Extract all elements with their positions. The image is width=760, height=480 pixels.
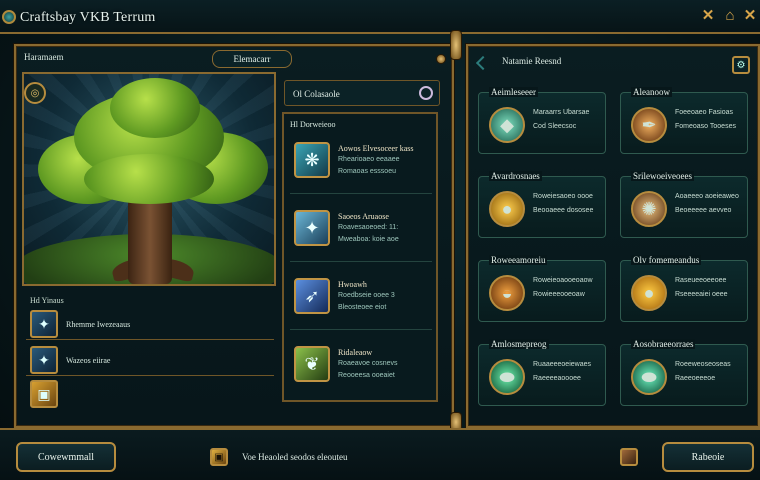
card[interactable]: Aosobraeeorraes ⬬ Roeeweoseoseas Raeeoee… — [620, 339, 748, 406]
card-title: Srilewoeiveoees — [631, 171, 694, 181]
crystal-icon: ✦ — [30, 346, 58, 374]
card-title: Roweeamoreiu — [489, 255, 548, 265]
emerald-icon: ⬬ — [489, 359, 525, 395]
item-line: Roaeavoe cosnevs — [338, 360, 398, 367]
feather-icon: ❋ — [294, 142, 330, 178]
bag-icon[interactable] — [620, 448, 638, 466]
card-line: Raeeoeeeoe — [675, 375, 716, 382]
item-list-panel: Hl Dorweieoo ❋ Aowos Elvesoceer kass Rhe… — [282, 112, 438, 402]
card-line: Maraarrs Ubarsae — [533, 109, 590, 116]
quill-icon: ✒ — [631, 107, 667, 143]
tab-elemacarr[interactable]: Elemacarr — [212, 50, 292, 68]
crystal-icon: ✦ — [294, 210, 330, 246]
card[interactable]: Aeimleseeer ◆ Maraarrs Ubarsae Cod Sleec… — [478, 87, 606, 154]
section-label: Hd Yinaus — [30, 296, 64, 305]
bottom-bar: Cowewmmall ▣ Voe Heaoled seodos eleouteu… — [0, 428, 760, 480]
search-label: Ol Colasaole — [293, 89, 340, 99]
card[interactable]: Aleanoow ✒ Foeeoaeo Fasioas Fomeoaso Too… — [620, 87, 748, 154]
card-line: Fomeoaso Tooeses — [675, 123, 736, 130]
community-button[interactable]: Cowewmmall — [16, 442, 116, 472]
item-title: Aowos Elvesoceer kass — [338, 144, 414, 153]
rivet — [450, 30, 462, 60]
card-title: Olv fomemeandus — [631, 255, 702, 265]
medallion-icon: ◎ — [24, 82, 46, 104]
list-item[interactable]: ➶ Hwoawh Roedbseie ooee 3 Bleosteoee eio… — [290, 270, 432, 330]
refresh-icon[interactable] — [419, 86, 433, 100]
app-emblem-icon — [2, 10, 16, 24]
home-icon[interactable]: ⌂ — [722, 8, 738, 24]
card-title: Avardrosnaes — [489, 171, 542, 181]
item-line: Rhearioaeo eeaaee — [338, 156, 400, 163]
item-line: Roavesaoeoed: 11: — [338, 224, 399, 231]
card-line: Raeeeeaoooee — [533, 375, 581, 382]
right-panel-header: Natamie Reesnd — [502, 56, 562, 66]
gold-frame-icon: ▣ — [30, 380, 58, 408]
settings-icon[interactable]: ⚙ — [732, 56, 750, 74]
wing-icon: ➶ — [294, 278, 330, 314]
item-line: Roedbseie ooee 3 — [338, 292, 395, 299]
leaf-icon: ❦ — [294, 346, 330, 382]
emerald-icon: ⬬ — [631, 359, 667, 395]
list-item[interactable]: ❦ Ridaleaow Roaeavoe cosnevs Reooeesa oo… — [290, 338, 432, 398]
bowl-icon: ◒ — [489, 275, 525, 311]
search-field[interactable]: Ol Colasaole — [284, 80, 440, 106]
window-title: Craftsbay VKB Terrum — [20, 10, 156, 25]
card-title: Aleanoow — [631, 87, 672, 97]
status-text: Voe Heaoled seodos eleouteu — [242, 452, 348, 462]
inventory-icon[interactable]: ▣ — [210, 448, 228, 466]
left-panel-header: Haramaem — [24, 52, 64, 62]
gem-icon: ◆ — [489, 107, 525, 143]
title-bar: Craftsbay VKB Terrum ✕ ⌂ ✕ — [0, 0, 760, 34]
item-title: Ridaleaow — [338, 348, 373, 357]
row-label: Rhemme Iwezeaaus — [66, 320, 131, 329]
list-item[interactable]: ▣ — [26, 380, 274, 410]
list-item[interactable]: ✦ Saoeos Aruaose Roavesaoeoed: 11: Mweab… — [290, 202, 432, 262]
card-line: Rowieeeooeoaw — [533, 291, 585, 298]
card[interactable]: Olv fomemeandus ● Raseueeoeeoee Rseeeeai… — [620, 255, 748, 322]
item-title: Hwoawh — [338, 280, 367, 289]
card-line: Raseueeoeeoee — [675, 277, 727, 284]
release-button[interactable]: Rabeoie — [662, 442, 754, 472]
card-line: Rseeeeaiei oeee — [675, 291, 728, 298]
card-title: Aeimleseeer — [489, 87, 538, 97]
close-icon[interactable]: ✕ — [742, 8, 758, 24]
item-line: Mweaboa: koie aoe — [338, 236, 399, 243]
coin-icon: ● — [489, 191, 525, 227]
card-line: Roeeweoseoseas — [675, 361, 731, 368]
card[interactable]: Avardrosnaes ● Roweiesaoeo oooe Beooaeee… — [478, 171, 606, 238]
list-item[interactable]: ✦ Wazeos eiirae — [26, 346, 274, 376]
tree-illustration — [22, 72, 276, 286]
gold-coin-icon: ● — [631, 275, 667, 311]
card-title: Aosobraeeorraes — [631, 339, 696, 349]
card-line: Cod Sleecsoc — [533, 123, 577, 130]
root-icon: ✺ — [631, 191, 667, 227]
back-arrow-icon[interactable] — [475, 55, 491, 71]
list-item[interactable]: ❋ Aowos Elvesoceer kass Rhearioaeo eeaae… — [290, 134, 432, 194]
card-title: Amlosmepreog — [489, 339, 549, 349]
crystal-icon: ✦ — [30, 310, 58, 338]
rivet — [436, 54, 446, 64]
card-line: Roweieoaooeoaow — [533, 277, 593, 284]
card-line: Beoeeeee aevveo — [675, 207, 732, 214]
item-line: Romaoas esssoeu — [338, 168, 396, 175]
item-line: Bleosteoee eiot — [338, 304, 387, 311]
list-header: Hl Dorweieoo — [290, 120, 336, 129]
card-line: Beooaeee dososee — [533, 207, 594, 214]
row-label: Wazeos eiirae — [66, 356, 111, 365]
card-line: Aoaeeeo aoeieaweo — [675, 193, 739, 200]
item-title: Saoeos Aruaose — [338, 212, 389, 221]
card[interactable]: Roweeamoreiu ◒ Roweieoaooeoaow Rowieeeoo… — [478, 255, 606, 322]
item-line: Reooeesa ooeaiet — [338, 372, 395, 379]
card-line: Foeeoaeo Fasioas — [675, 109, 733, 116]
close-x-icon[interactable]: ✕ — [700, 8, 716, 24]
card-line: Ruaaeeeoeiewaes — [533, 361, 591, 368]
card[interactable]: Amlosmepreog ⬬ Ruaaeeeoeiewaes Raeeeeaoo… — [478, 339, 606, 406]
card-line: Roweiesaoeo oooe — [533, 193, 593, 200]
list-item[interactable]: ✦ Rhemme Iwezeaaus — [26, 310, 274, 340]
card[interactable]: Srilewoeiveoees ✺ Aoaeeeo aoeieaweo Beoe… — [620, 171, 748, 238]
